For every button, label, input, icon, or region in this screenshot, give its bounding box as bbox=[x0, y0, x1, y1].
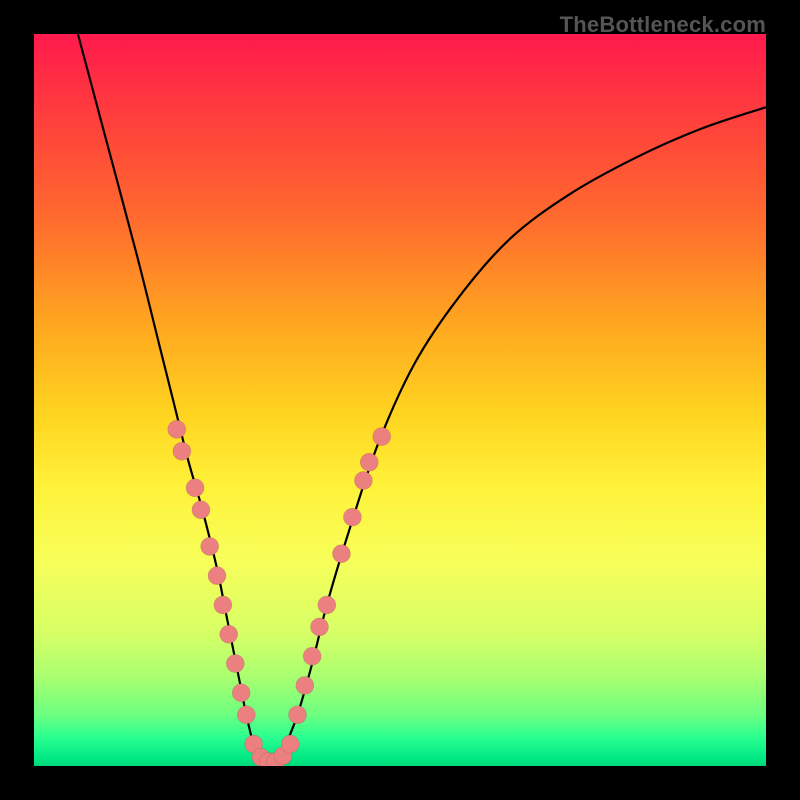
data-marker bbox=[296, 676, 314, 694]
data-marker bbox=[192, 501, 210, 519]
plot-area bbox=[34, 34, 766, 766]
data-marker bbox=[303, 647, 321, 665]
data-marker bbox=[360, 453, 378, 471]
data-marker bbox=[232, 684, 250, 702]
data-marker bbox=[237, 706, 255, 724]
data-marker bbox=[168, 420, 186, 438]
data-marker bbox=[214, 596, 232, 614]
data-marker bbox=[343, 508, 361, 526]
data-marker bbox=[226, 655, 244, 673]
data-marker bbox=[289, 706, 307, 724]
data-marker bbox=[354, 472, 372, 490]
data-marker bbox=[186, 479, 204, 497]
data-marker bbox=[281, 735, 299, 753]
curve-svg bbox=[34, 34, 766, 766]
data-marker bbox=[220, 625, 238, 643]
chart-stage: TheBottleneck.com bbox=[0, 0, 800, 800]
data-marker bbox=[310, 618, 328, 636]
marker-layer bbox=[168, 420, 391, 766]
data-marker bbox=[318, 596, 336, 614]
bottleneck-curve bbox=[78, 34, 766, 766]
watermark-text: TheBottleneck.com bbox=[560, 12, 766, 38]
data-marker bbox=[201, 537, 219, 555]
data-marker bbox=[373, 428, 391, 446]
data-marker bbox=[332, 545, 350, 563]
data-marker bbox=[173, 442, 191, 460]
data-marker bbox=[208, 567, 226, 585]
